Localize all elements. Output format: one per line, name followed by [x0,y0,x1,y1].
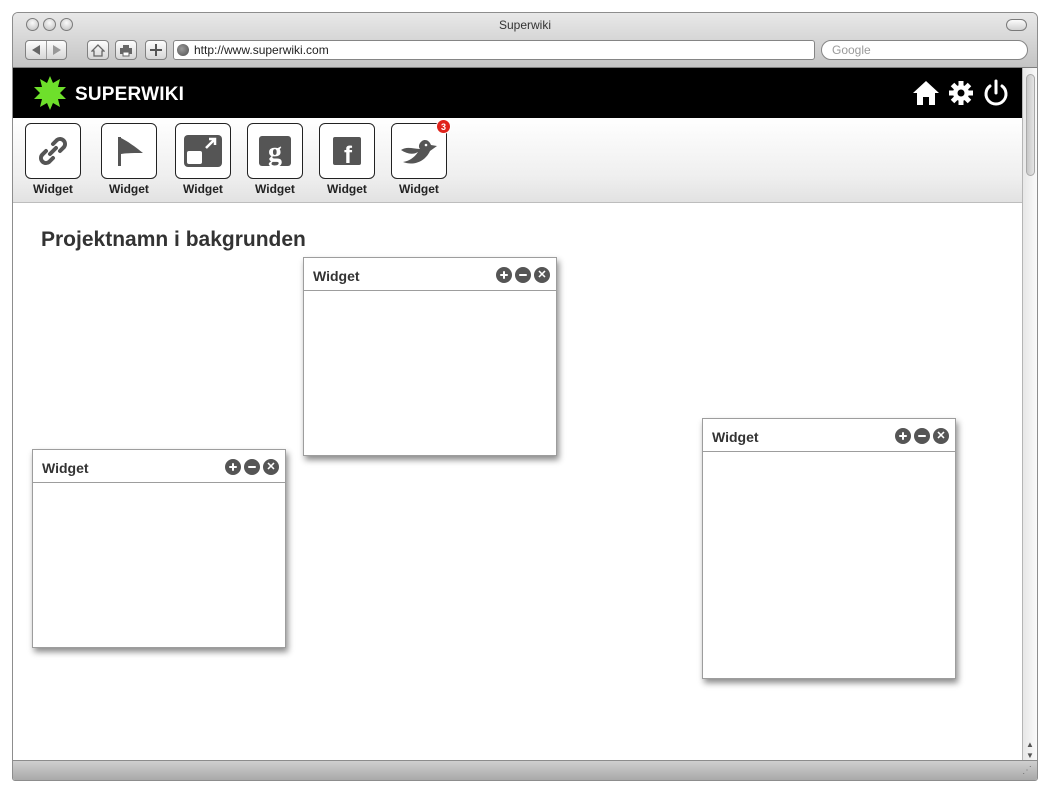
widget-tile[interactable]: 3 [391,119,451,179]
back-button[interactable] [26,41,46,59]
canvas: Projektnamn i bakgrunden Widget ✕ Widget… [13,204,1024,761]
toolbar-widget-twitter[interactable]: 3 Widget [389,119,451,196]
google-icon: g [259,136,291,168]
widget-title: Widget [313,268,360,284]
notification-badge: 3 [436,119,451,134]
widget-tile[interactable] [175,123,231,179]
add-bookmark-button[interactable] [145,40,167,60]
flag-icon [118,137,143,166]
home-button[interactable] [87,40,109,60]
toolbar-item-label: Widget [327,182,367,196]
widget-panel[interactable]: Widget ✕ [702,418,956,679]
twitter-bird-icon [401,140,437,164]
minimize-icon[interactable] [244,459,260,475]
facebook-icon: f [333,137,361,167]
widget-header[interactable]: Widget ✕ [703,419,955,452]
close-icon[interactable]: ✕ [263,459,279,475]
power-icon[interactable] [982,79,1010,107]
widget-controls: ✕ [496,267,550,283]
widget-title: Widget [42,460,89,476]
link-icon [39,137,67,165]
toolbar-widget-link[interactable]: Widget [23,123,83,196]
external-window-icon [184,135,222,167]
globe-icon [177,44,189,56]
house-outline-icon [91,43,105,57]
status-bar: ⋰ [13,760,1037,780]
toolbar-widget-popout[interactable]: Widget [173,123,233,196]
plus-icon [150,44,162,56]
project-title: Projektnamn i bakgrunden [41,228,306,251]
scroll-arrows[interactable]: ▲ ▼ [1023,739,1037,761]
toolbar-item-label: Widget [33,182,73,196]
home-icon[interactable] [912,80,940,106]
expand-icon[interactable] [895,428,911,444]
address-bar[interactable]: http://www.superwiki.com [173,40,815,60]
search-input[interactable]: Google [821,40,1028,60]
toolbar-widget-google[interactable]: g Widget [245,123,305,196]
widget-title: Widget [712,429,759,445]
vertical-scrollbar[interactable]: ▲ ▼ [1022,68,1037,761]
gear-icon[interactable] [948,80,974,106]
widget-tile[interactable]: f [319,123,375,179]
toolbar-item-label: Widget [183,182,223,196]
close-icon[interactable]: ✕ [933,428,949,444]
toolbar-toggle-button[interactable] [1006,19,1027,31]
close-icon[interactable]: ✕ [534,267,550,283]
widget-tile[interactable] [101,123,157,179]
svg-text:f: f [344,142,353,167]
browser-chrome: Superwiki http://www.superwiki.com Googl… [13,13,1037,68]
scrollbar-thumb[interactable] [1026,74,1035,176]
toolbar-item-label: Widget [399,182,439,196]
widget-toolbar: Widget Widget Widget g Widget f Widget 3… [13,118,1024,203]
widget-controls: ✕ [895,428,949,444]
toolbar-widget-flag[interactable]: Widget [99,123,159,196]
toolbar-widget-facebook[interactable]: f Widget [317,123,377,196]
back-arrow-icon [31,45,40,55]
forward-arrow-icon [53,45,61,55]
widget-controls: ✕ [225,459,279,475]
widget-tile[interactable]: g [247,123,303,179]
minimize-icon[interactable] [914,428,930,444]
expand-icon[interactable] [225,459,241,475]
print-button[interactable] [115,40,137,60]
starburst-logo-icon [34,76,66,110]
widget-header[interactable]: Widget ✕ [304,258,556,291]
app-header: SUPERWIKI [13,68,1024,118]
scroll-up-arrow-icon[interactable]: ▲ [1023,739,1037,750]
resize-grip-icon[interactable]: ⋰ [1022,765,1034,777]
search-placeholder: Google [832,43,871,57]
nav-buttons [25,40,67,60]
url-text: http://www.superwiki.com [194,43,329,57]
browser-window: Superwiki http://www.superwiki.com Googl… [12,12,1038,781]
forward-button[interactable] [46,41,66,59]
widget-tile[interactable] [25,123,81,179]
toolbar-item-label: Widget [255,182,295,196]
widget-panel[interactable]: Widget ✕ [32,449,286,648]
header-actions [912,79,1010,107]
svg-text:g: g [268,137,282,168]
widget-panel[interactable]: Widget ✕ [303,257,557,456]
expand-icon[interactable] [496,267,512,283]
brand-name: SUPERWIKI [75,84,185,105]
window-title: Superwiki [498,18,552,32]
toolbar-item-label: Widget [109,182,149,196]
minimize-icon[interactable] [515,267,531,283]
printer-icon [120,44,132,56]
widget-header[interactable]: Widget ✕ [33,450,285,483]
